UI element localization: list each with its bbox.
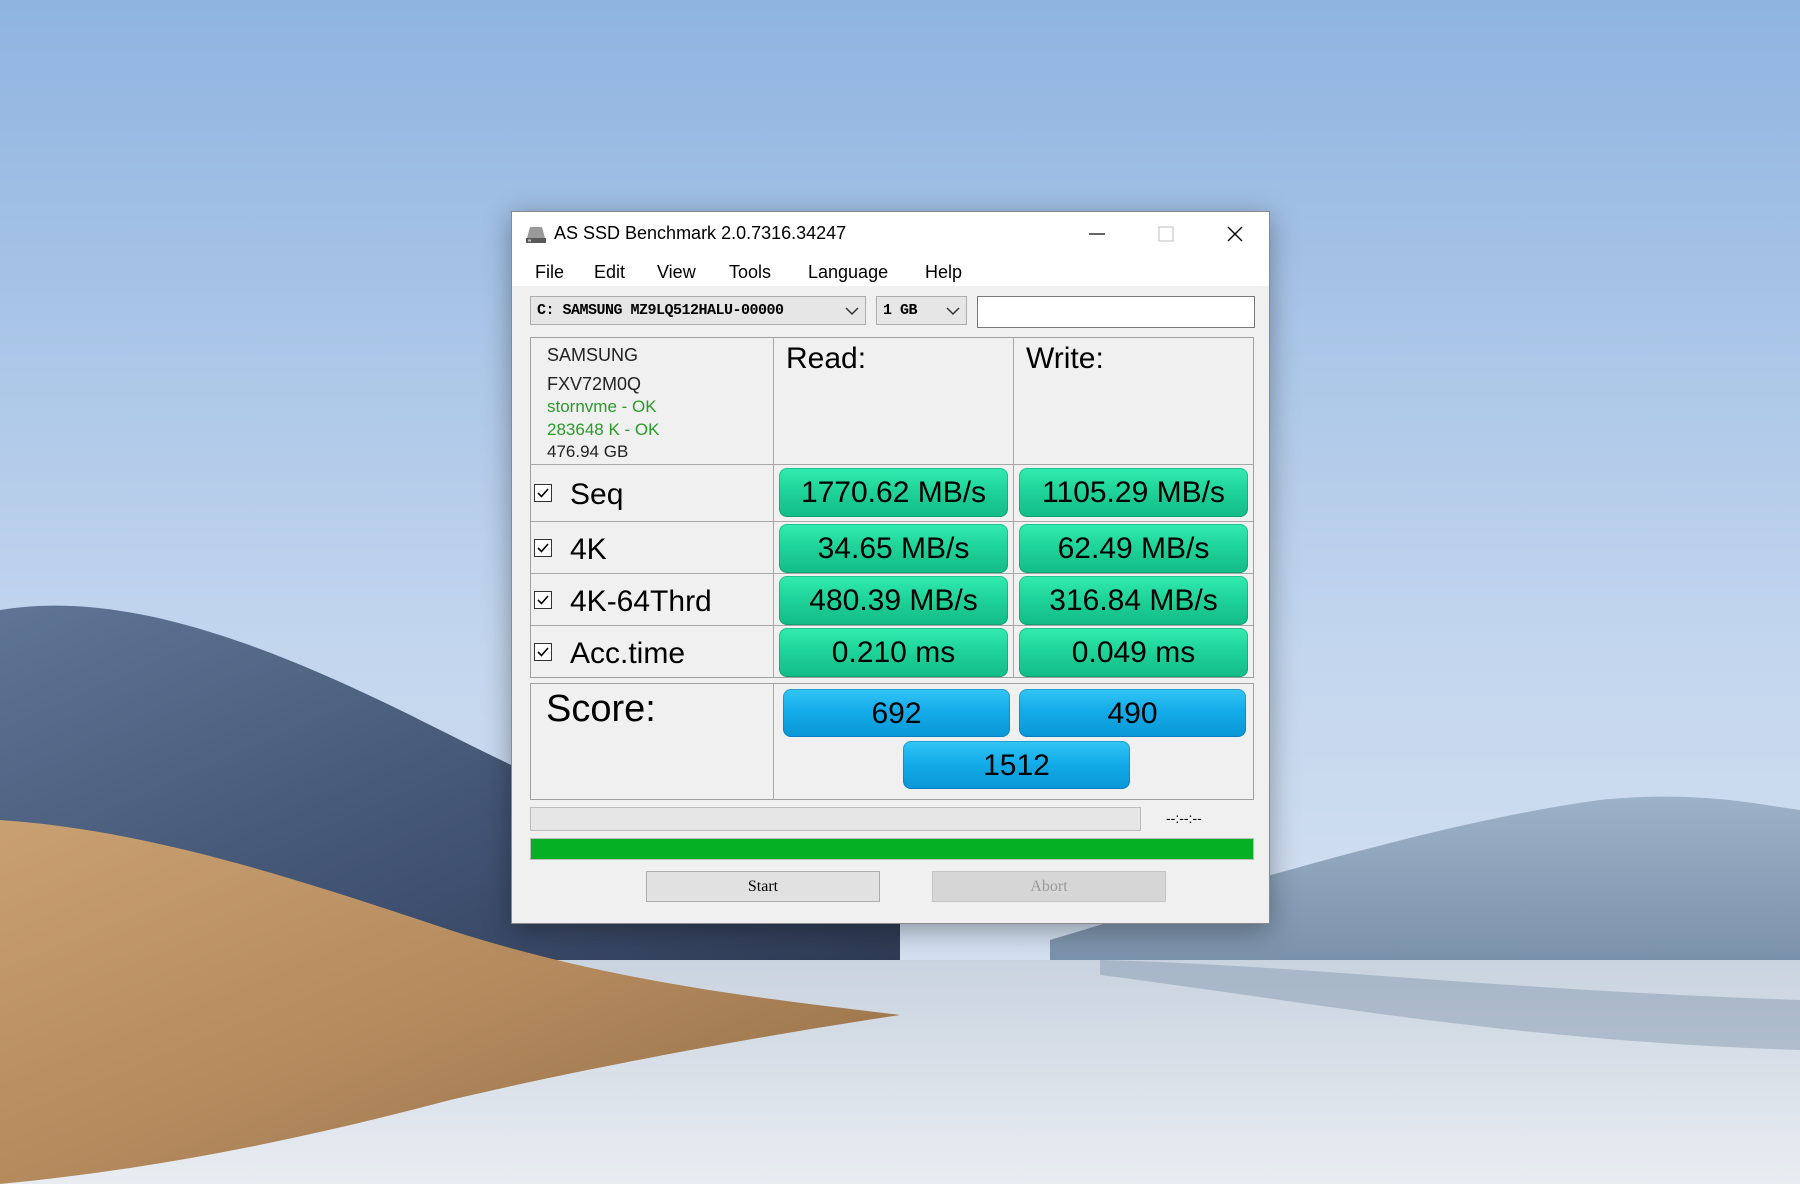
menu-tools[interactable]: Tools — [729, 262, 771, 283]
grid-divider — [530, 464, 1254, 465]
test-size-value: 1 GB — [883, 302, 918, 319]
score-label: Score: — [546, 688, 656, 730]
test-label: Acc.time — [570, 637, 686, 670]
menu-language[interactable]: Language — [808, 262, 888, 283]
result-4k64-read: 480.39 MB/s — [779, 576, 1008, 625]
score-write: 490 — [1019, 689, 1246, 737]
extra-input-field[interactable] — [977, 296, 1255, 328]
start-button[interactable]: Start — [646, 871, 880, 902]
result-value: 1105.29 MB/s — [1042, 476, 1225, 509]
test-label: 4K — [570, 533, 607, 566]
checkbox-checked-icon[interactable] — [534, 539, 552, 557]
drive-capacity: 476.94 GB — [547, 442, 629, 461]
drive-select-value: C: SAMSUNG MZ9LQ512HALU-00000 — [537, 302, 784, 319]
score-value: 692 — [871, 697, 922, 730]
test-size-select[interactable]: 1 GB — [876, 296, 967, 325]
grid-divider — [1013, 337, 1014, 678]
disk-drive-icon — [526, 227, 546, 243]
menu-bar: File Edit View Tools Language Help — [512, 256, 1269, 286]
result-seq-write: 1105.29 MB/s — [1019, 468, 1248, 517]
result-seq-read: 1770.62 MB/s — [779, 468, 1008, 517]
read-column-header: Read: — [786, 342, 867, 375]
window-title: AS SSD Benchmark 2.0.7316.34247 — [554, 223, 847, 243]
abort-button[interactable]: Abort — [932, 871, 1166, 902]
overall-progress-bar — [530, 838, 1254, 860]
grid-divider — [530, 573, 1254, 574]
result-4k-write: 62.49 MB/s — [1019, 524, 1248, 573]
title-bar[interactable]: AS SSD Benchmark 2.0.7316.34247 — [512, 212, 1269, 256]
maximize-icon — [1158, 226, 1174, 242]
minimize-icon — [1089, 233, 1105, 235]
drive-select[interactable]: C: SAMSUNG MZ9LQ512HALU-00000 — [530, 296, 866, 325]
elapsed-time: --:--:-- — [1166, 810, 1202, 826]
score-read: 692 — [783, 689, 1010, 737]
menu-file[interactable]: File — [535, 262, 564, 283]
checkbox-checked-icon[interactable] — [534, 484, 552, 502]
result-4k-read: 34.65 MB/s — [779, 524, 1008, 573]
abort-button-label: Abort — [1030, 878, 1068, 895]
menu-view[interactable]: View — [657, 262, 696, 283]
close-icon — [1227, 226, 1243, 242]
score-value: 1512 — [983, 749, 1050, 782]
result-value: 1770.62 MB/s — [800, 476, 987, 509]
grid-divider — [773, 337, 774, 678]
menu-edit[interactable]: Edit — [594, 262, 625, 283]
result-value: 0.210 ms — [831, 636, 956, 669]
grid-divider — [530, 625, 1254, 626]
chevron-down-icon — [845, 307, 859, 316]
alignment-status: 283648 K - OK — [547, 420, 660, 439]
grid-divider — [530, 521, 1254, 522]
result-acc-write: 0.049 ms — [1019, 628, 1248, 677]
test-progress-bar — [530, 807, 1141, 831]
checkbox-checked-icon[interactable] — [534, 643, 552, 661]
checkbox-checked-icon[interactable] — [534, 591, 552, 609]
drive-name: SAMSUNG — [547, 345, 639, 365]
maximize-button[interactable] — [1132, 212, 1200, 256]
result-value: 62.49 MB/s — [1057, 532, 1210, 565]
result-value: 316.84 MB/s — [1049, 584, 1218, 617]
minimize-button[interactable] — [1063, 212, 1131, 256]
write-column-header: Write: — [1026, 342, 1104, 375]
menu-help[interactable]: Help — [925, 262, 962, 283]
result-value: 480.39 MB/s — [809, 584, 978, 617]
chevron-down-icon — [946, 307, 960, 316]
driver-status: stornvme - OK — [547, 397, 657, 416]
result-value: 0.049 ms — [1071, 636, 1196, 669]
drive-firmware: FXV72M0Q — [547, 374, 642, 394]
close-button[interactable] — [1201, 212, 1269, 256]
score-value: 490 — [1107, 697, 1158, 730]
result-value: 34.65 MB/s — [817, 532, 970, 565]
result-acc-read: 0.210 ms — [779, 628, 1008, 677]
as-ssd-window: AS SSD Benchmark 2.0.7316.34247 File Edi… — [511, 211, 1270, 924]
progress-fill — [531, 839, 1253, 859]
test-label: 4K-64Thrd — [570, 585, 712, 618]
score-divider — [773, 683, 774, 800]
score-total: 1512 — [903, 741, 1130, 789]
result-4k64-write: 316.84 MB/s — [1019, 576, 1248, 625]
test-label: Seq — [570, 478, 624, 511]
start-button-label: Start — [747, 878, 779, 895]
